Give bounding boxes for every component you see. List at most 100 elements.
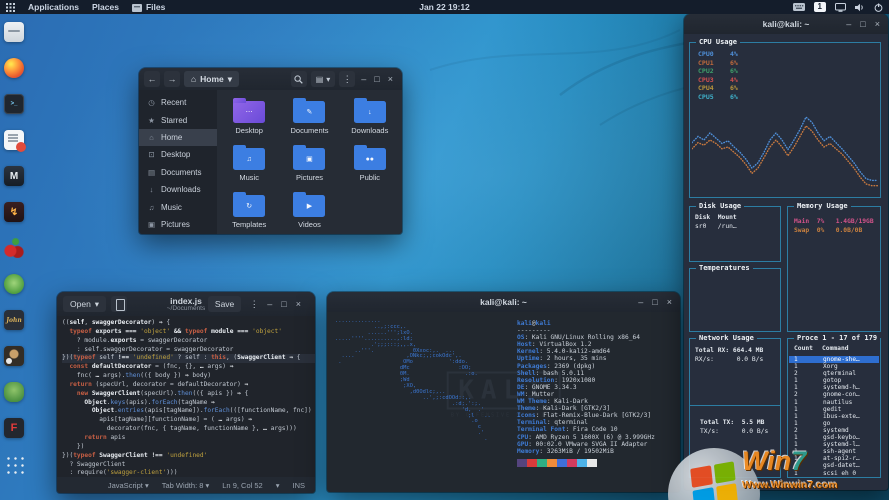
terminal-icon[interactable]: >_ bbox=[4, 94, 24, 114]
open-button[interactable]: Open ▾ bbox=[63, 296, 106, 312]
process-row[interactable]: 1at-spi2-r… bbox=[789, 455, 879, 462]
close-button[interactable]: × bbox=[388, 75, 393, 84]
code-line[interactable]: ((self, swaggerDecorator) ⇒ { bbox=[62, 319, 315, 328]
folder-downloads[interactable]: ↓Downloads bbox=[342, 97, 398, 135]
folder-templates[interactable]: ↻Templates bbox=[221, 191, 277, 229]
folder-public[interactable]: ●●Public bbox=[342, 144, 398, 182]
menu-places[interactable]: Places bbox=[92, 2, 119, 12]
code-line[interactable]: })(typeof SwaggerClient !== 'undefined' bbox=[62, 452, 315, 461]
code-line[interactable]: decorator(fnc, { tagName, functionName }… bbox=[62, 425, 315, 434]
process-row[interactable]: 1gnome-she… bbox=[789, 356, 879, 363]
process-row[interactable]: 1gsd-datet… bbox=[789, 462, 879, 469]
code-line[interactable]: ? SwaggerClient bbox=[62, 461, 315, 470]
save-button[interactable]: Save bbox=[208, 296, 241, 312]
minimize-button[interactable]: – bbox=[361, 75, 366, 84]
folder-desktop[interactable]: ⋯Desktop bbox=[221, 97, 277, 135]
menu-kebab-button[interactable]: ⋮ bbox=[246, 296, 262, 312]
firefox-icon[interactable] bbox=[4, 58, 24, 78]
show-applications-icon[interactable] bbox=[4, 454, 25, 475]
minimize-button[interactable]: – bbox=[638, 298, 643, 307]
john-the-ripper-icon[interactable]: John bbox=[4, 310, 24, 330]
sidebar-item-downloads[interactable]: ↓Downloads bbox=[139, 181, 217, 198]
code-line[interactable]: })(typeof self !== 'undefined' ? self : … bbox=[62, 354, 315, 363]
volume-icon[interactable] bbox=[855, 3, 865, 12]
view-options-button[interactable]: ▤ ▾ bbox=[311, 71, 336, 87]
new-document-button[interactable] bbox=[111, 296, 127, 312]
maximize-button[interactable]: □ bbox=[652, 298, 657, 307]
zenmap-icon[interactable] bbox=[4, 274, 24, 294]
process-row[interactable]: 1ssh-agent bbox=[789, 448, 879, 455]
sidebar-item-starred[interactable]: ★Starred bbox=[139, 111, 217, 128]
metasploit-icon[interactable]: M bbox=[4, 166, 24, 186]
process-row[interactable]: 1nautilus bbox=[789, 399, 879, 406]
menu-kebab-button[interactable]: ⋮ bbox=[339, 71, 355, 87]
keyboard-indicator-icon[interactable] bbox=[793, 3, 805, 11]
folder-music[interactable]: ♫Music bbox=[221, 144, 277, 182]
maximize-button[interactable]: □ bbox=[374, 75, 379, 84]
folder-pictures[interactable]: ▣Pictures bbox=[281, 144, 337, 182]
aircrack-ng-icon[interactable] bbox=[4, 346, 24, 366]
code-line[interactable]: apis[tagName][functionName] = ( … args) … bbox=[62, 416, 315, 425]
sidebar-item-home[interactable]: ⌂Home bbox=[139, 129, 217, 146]
cherrytree-icon[interactable] bbox=[4, 238, 24, 258]
code-line[interactable]: return apis bbox=[62, 434, 315, 443]
process-row[interactable]: 1ibus-exte… bbox=[789, 413, 879, 420]
code-line[interactable]: }) bbox=[62, 443, 315, 452]
activities-grid-icon[interactable] bbox=[6, 3, 15, 12]
code-line[interactable]: fnc( … args).then(({ body }) ⇒ body) bbox=[62, 372, 315, 381]
code-line[interactable]: typeof exports === 'object' && typeof mo… bbox=[62, 328, 315, 337]
code-line[interactable]: Object.entries(apis[tagName]).forEach(([… bbox=[62, 407, 315, 416]
sidebar-item-music[interactable]: ♫Music bbox=[139, 198, 217, 215]
menu-files[interactable]: Files bbox=[132, 2, 165, 12]
faraday-icon[interactable]: F bbox=[4, 418, 24, 438]
file-manager-icon[interactable] bbox=[4, 22, 24, 42]
code-line[interactable]: : require('swagger-client'))) bbox=[62, 469, 315, 477]
sidebar-item-desktop[interactable]: ⊡Desktop bbox=[139, 146, 217, 163]
ettercap-icon[interactable] bbox=[4, 382, 24, 402]
menu-applications[interactable]: Applications bbox=[28, 2, 79, 12]
process-row[interactable]: 1go bbox=[789, 420, 879, 427]
process-row[interactable]: 1gotop bbox=[789, 377, 879, 384]
close-button[interactable]: × bbox=[296, 300, 301, 309]
cursor-position[interactable]: Ln 9, Col 52 bbox=[222, 481, 262, 490]
process-row[interactable]: 1gsd-keybo… bbox=[789, 434, 879, 441]
display-icon[interactable] bbox=[835, 3, 846, 12]
sidebar-item-recent[interactable]: ◷Recent bbox=[139, 94, 217, 111]
maximize-button[interactable]: □ bbox=[281, 300, 286, 309]
process-row[interactable]: 1systemd-h… bbox=[789, 384, 879, 391]
workspace-indicator[interactable]: 1 bbox=[814, 2, 826, 12]
folder-videos[interactable]: ▶Videos bbox=[281, 191, 337, 229]
process-row[interactable]: 2systemd bbox=[789, 427, 879, 434]
code-line[interactable]: const defaultDecorator = (fnc, {}, … arg… bbox=[62, 363, 315, 372]
forward-button[interactable]: → bbox=[164, 71, 180, 87]
terminal-body[interactable]: KALI BY OFFENSIVE SECURITY .............… bbox=[327, 312, 680, 492]
exploitdb-icon[interactable]: ↯ bbox=[4, 202, 24, 222]
code-line[interactable]: ? module.exports = swaggerDecorator bbox=[62, 337, 315, 346]
power-icon[interactable] bbox=[874, 3, 883, 12]
language-selector[interactable]: JavaScript ▾ bbox=[108, 481, 149, 490]
minimize-button[interactable]: – bbox=[267, 300, 272, 309]
path-bar-button[interactable]: ⌂ Home ▾ bbox=[184, 71, 239, 87]
sidebar-item-documents[interactable]: ▤Documents bbox=[139, 164, 217, 181]
chevron-down-icon[interactable]: ▾ bbox=[276, 481, 280, 490]
text-editor-icon[interactable] bbox=[4, 130, 24, 150]
code-line[interactable]: return (specUrl, decorator = defaultDeco… bbox=[62, 381, 315, 390]
process-row[interactable]: 1Xorg bbox=[789, 363, 879, 370]
back-button[interactable]: ← bbox=[144, 71, 160, 87]
maximize-button[interactable]: □ bbox=[860, 20, 865, 29]
process-row[interactable]: 2gnome-con… bbox=[789, 391, 879, 398]
disk-row[interactable]: sr0 /run… bbox=[695, 223, 737, 230]
process-row[interactable]: 2qterminal bbox=[789, 370, 879, 377]
process-row[interactable]: 1scsi_eh_0 bbox=[789, 470, 879, 476]
sidebar-item-pictures[interactable]: ▣Pictures bbox=[139, 216, 217, 233]
process-row[interactable]: 1systemd-l… bbox=[789, 441, 879, 448]
search-button[interactable] bbox=[291, 71, 307, 87]
process-row[interactable]: 1gedit bbox=[789, 406, 879, 413]
tab-width-selector[interactable]: Tab Width: 8 ▾ bbox=[162, 481, 210, 490]
close-button[interactable]: × bbox=[667, 298, 672, 307]
editor-code[interactable]: ((self, swaggerDecorator) ⇒ { typeof exp… bbox=[57, 316, 315, 477]
minimize-button[interactable]: – bbox=[846, 20, 851, 29]
clock[interactable]: Jan 22 19:12 bbox=[419, 2, 470, 12]
code-line[interactable]: new SwaggerClient(specUrl).then(({ apis … bbox=[62, 390, 315, 399]
close-button[interactable]: × bbox=[875, 20, 880, 29]
